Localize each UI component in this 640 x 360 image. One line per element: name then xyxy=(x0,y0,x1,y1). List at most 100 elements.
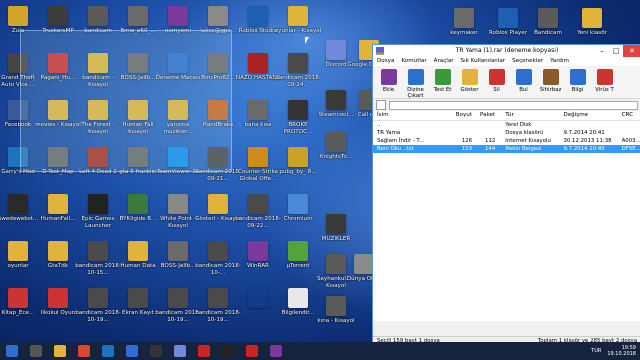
file-name: TR Yama xyxy=(377,130,401,136)
column-type[interactable]: Tür xyxy=(499,111,563,120)
app-icon xyxy=(208,241,228,261)
winrar-icon xyxy=(270,345,282,357)
app-icon xyxy=(208,194,228,214)
column-crc[interactable]: CRC xyxy=(622,111,640,120)
file-row[interactable]: Beni Oku ..txt 159 144 Metin Belgesi 9.7.201… xyxy=(373,145,640,153)
app-icon xyxy=(248,147,268,167)
app-icon xyxy=(168,6,188,26)
menu-item[interactable]: Dosya xyxy=(377,57,394,66)
app-icon xyxy=(8,288,28,308)
app-icon xyxy=(8,194,28,214)
desktop-icon[interactable]: kına - Kısayol xyxy=(312,292,360,342)
app-icon xyxy=(326,90,346,110)
toolbar-button[interactable]: Göster xyxy=(456,66,483,98)
file-type: Yerel Disk xyxy=(505,122,532,128)
file-modified: 9.7.2014 20:45 xyxy=(563,146,605,152)
file-type: Internet Kısayolu xyxy=(505,138,551,144)
file-row[interactable]: TR Yama Dosya klasörü 9.7.2014 20:41 xyxy=(373,129,640,137)
toolbar: Ekle Dizine Çıkart Test Et Göster Sil Bul Sihi… xyxy=(373,66,640,99)
taskbar-edge-button[interactable] xyxy=(96,342,120,360)
app-icon xyxy=(582,8,602,28)
file-name: Sağlam İndir - T... xyxy=(377,138,425,144)
close-button[interactable]: ✕ xyxy=(623,45,640,57)
minimize-button[interactable]: – xyxy=(595,45,609,57)
taskbar-store-button[interactable] xyxy=(120,342,144,360)
file-list: .. Yerel Disk TR Yama Dosya klasörü 9.7.2014… xyxy=(373,121,640,321)
menu-item[interactable]: Sık Kullanılanlar xyxy=(461,57,506,66)
taskbar-file-explorer-button[interactable] xyxy=(48,342,72,360)
app-icon xyxy=(288,6,308,26)
toolbar-icon xyxy=(407,69,424,85)
toolbar-button[interactable]: Bilgi xyxy=(564,66,591,98)
file-row[interactable]: .. Yerel Disk xyxy=(373,121,640,129)
file-modified: 30.12.2013 11:38 xyxy=(563,138,612,144)
menu-item[interactable]: Seçenekler xyxy=(512,57,543,66)
column-header: İsim Boyut Paket Tür Değişme CRC xyxy=(373,111,640,121)
file-packed xyxy=(472,129,499,137)
column-name[interactable]: İsim xyxy=(373,111,447,120)
toolbar-icon xyxy=(380,69,397,85)
app-icon xyxy=(326,132,346,152)
app-icon xyxy=(288,194,308,214)
column-packed[interactable]: Paket xyxy=(472,111,499,120)
taskbar-start-button[interactable] xyxy=(0,342,24,360)
toolbar-button[interactable]: Test Et xyxy=(429,66,456,98)
title-bar[interactable]: TR Yama (1).rar (deneme kopyası) – □ ✕ xyxy=(373,45,640,57)
taskbar-chrome-button[interactable] xyxy=(72,342,96,360)
path-field[interactable] xyxy=(389,100,638,110)
file-explorer-icon xyxy=(54,345,66,357)
app-icon xyxy=(288,288,308,308)
file-modified xyxy=(563,121,621,129)
file-size: 159 xyxy=(461,146,472,152)
up-folder-icon[interactable] xyxy=(376,100,386,110)
toolbar-button[interactable]: Sihirbaz xyxy=(537,66,564,98)
taskbar-steam-button[interactable] xyxy=(144,342,168,360)
taskbar-opera-button[interactable] xyxy=(192,342,216,360)
file-crc: A003... xyxy=(621,138,640,144)
app-icon xyxy=(248,194,268,214)
app-icon xyxy=(208,6,228,26)
app-icon xyxy=(326,296,346,316)
toolbar-button-label: Bul xyxy=(519,87,528,93)
column-modified[interactable]: Değişme xyxy=(563,111,621,120)
desktop-icon-label: oyunlar - Kısayol xyxy=(274,28,322,34)
toolbar-button-label: Test Et xyxy=(433,87,452,93)
toolbar-icon xyxy=(596,69,613,85)
file-size: 126 xyxy=(461,138,472,144)
discord-icon xyxy=(174,345,186,357)
toolbar-button[interactable]: Sil xyxy=(483,66,510,98)
chrome-icon xyxy=(78,345,90,357)
app-icon xyxy=(248,241,268,261)
toolbar-button[interactable]: Ekle xyxy=(375,66,402,98)
file-row[interactable]: Sağlam İndir - T... 126 112 Internet Kısayo… xyxy=(373,137,640,145)
taskbar-search-button[interactable] xyxy=(24,342,48,360)
taskbar-record-button[interactable] xyxy=(240,342,264,360)
toolbar-button[interactable]: Dizine Çıkart xyxy=(402,66,429,99)
menu-item[interactable]: Araçlar xyxy=(434,57,454,66)
toolbar-button-label: Ekle xyxy=(382,87,395,93)
taskbar-bandicam-button[interactable] xyxy=(216,342,240,360)
toolbar-icon xyxy=(569,69,586,85)
taskbar-winrar-button[interactable] xyxy=(264,342,288,360)
file-modified: 9.7.2014 20:41 xyxy=(563,130,605,136)
winrar-window: TR Yama (1).rar (deneme kopyası) – □ ✕ D… xyxy=(372,44,640,346)
column-size[interactable]: Boyut xyxy=(447,111,472,120)
app-icon xyxy=(48,6,68,26)
toolbar-button-label: Sil xyxy=(493,87,500,93)
edge-icon xyxy=(102,345,114,357)
language-indicator[interactable]: TUR xyxy=(591,348,601,354)
maximize-button[interactable]: □ xyxy=(609,45,623,57)
desktop-icon[interactable]: KnightsTo... xyxy=(312,128,360,178)
app-icon xyxy=(8,241,28,261)
menu-item[interactable]: Komutlar xyxy=(401,57,426,66)
taskbar-discord-button[interactable] xyxy=(168,342,192,360)
mouse-cursor-icon xyxy=(305,37,309,44)
taskbar: TUR 19:59 19.10.2018 xyxy=(0,342,640,360)
toolbar-button[interactable]: Bul xyxy=(510,66,537,98)
app-icon xyxy=(454,8,474,28)
app-icon xyxy=(88,241,108,261)
toolbar-button[interactable]: Virüs T xyxy=(591,66,618,98)
menu-item[interactable]: Yardım xyxy=(550,57,569,66)
toolbar-button-label: Bilgi xyxy=(571,87,584,93)
clock[interactable]: 19:59 19.10.2018 xyxy=(607,345,636,357)
